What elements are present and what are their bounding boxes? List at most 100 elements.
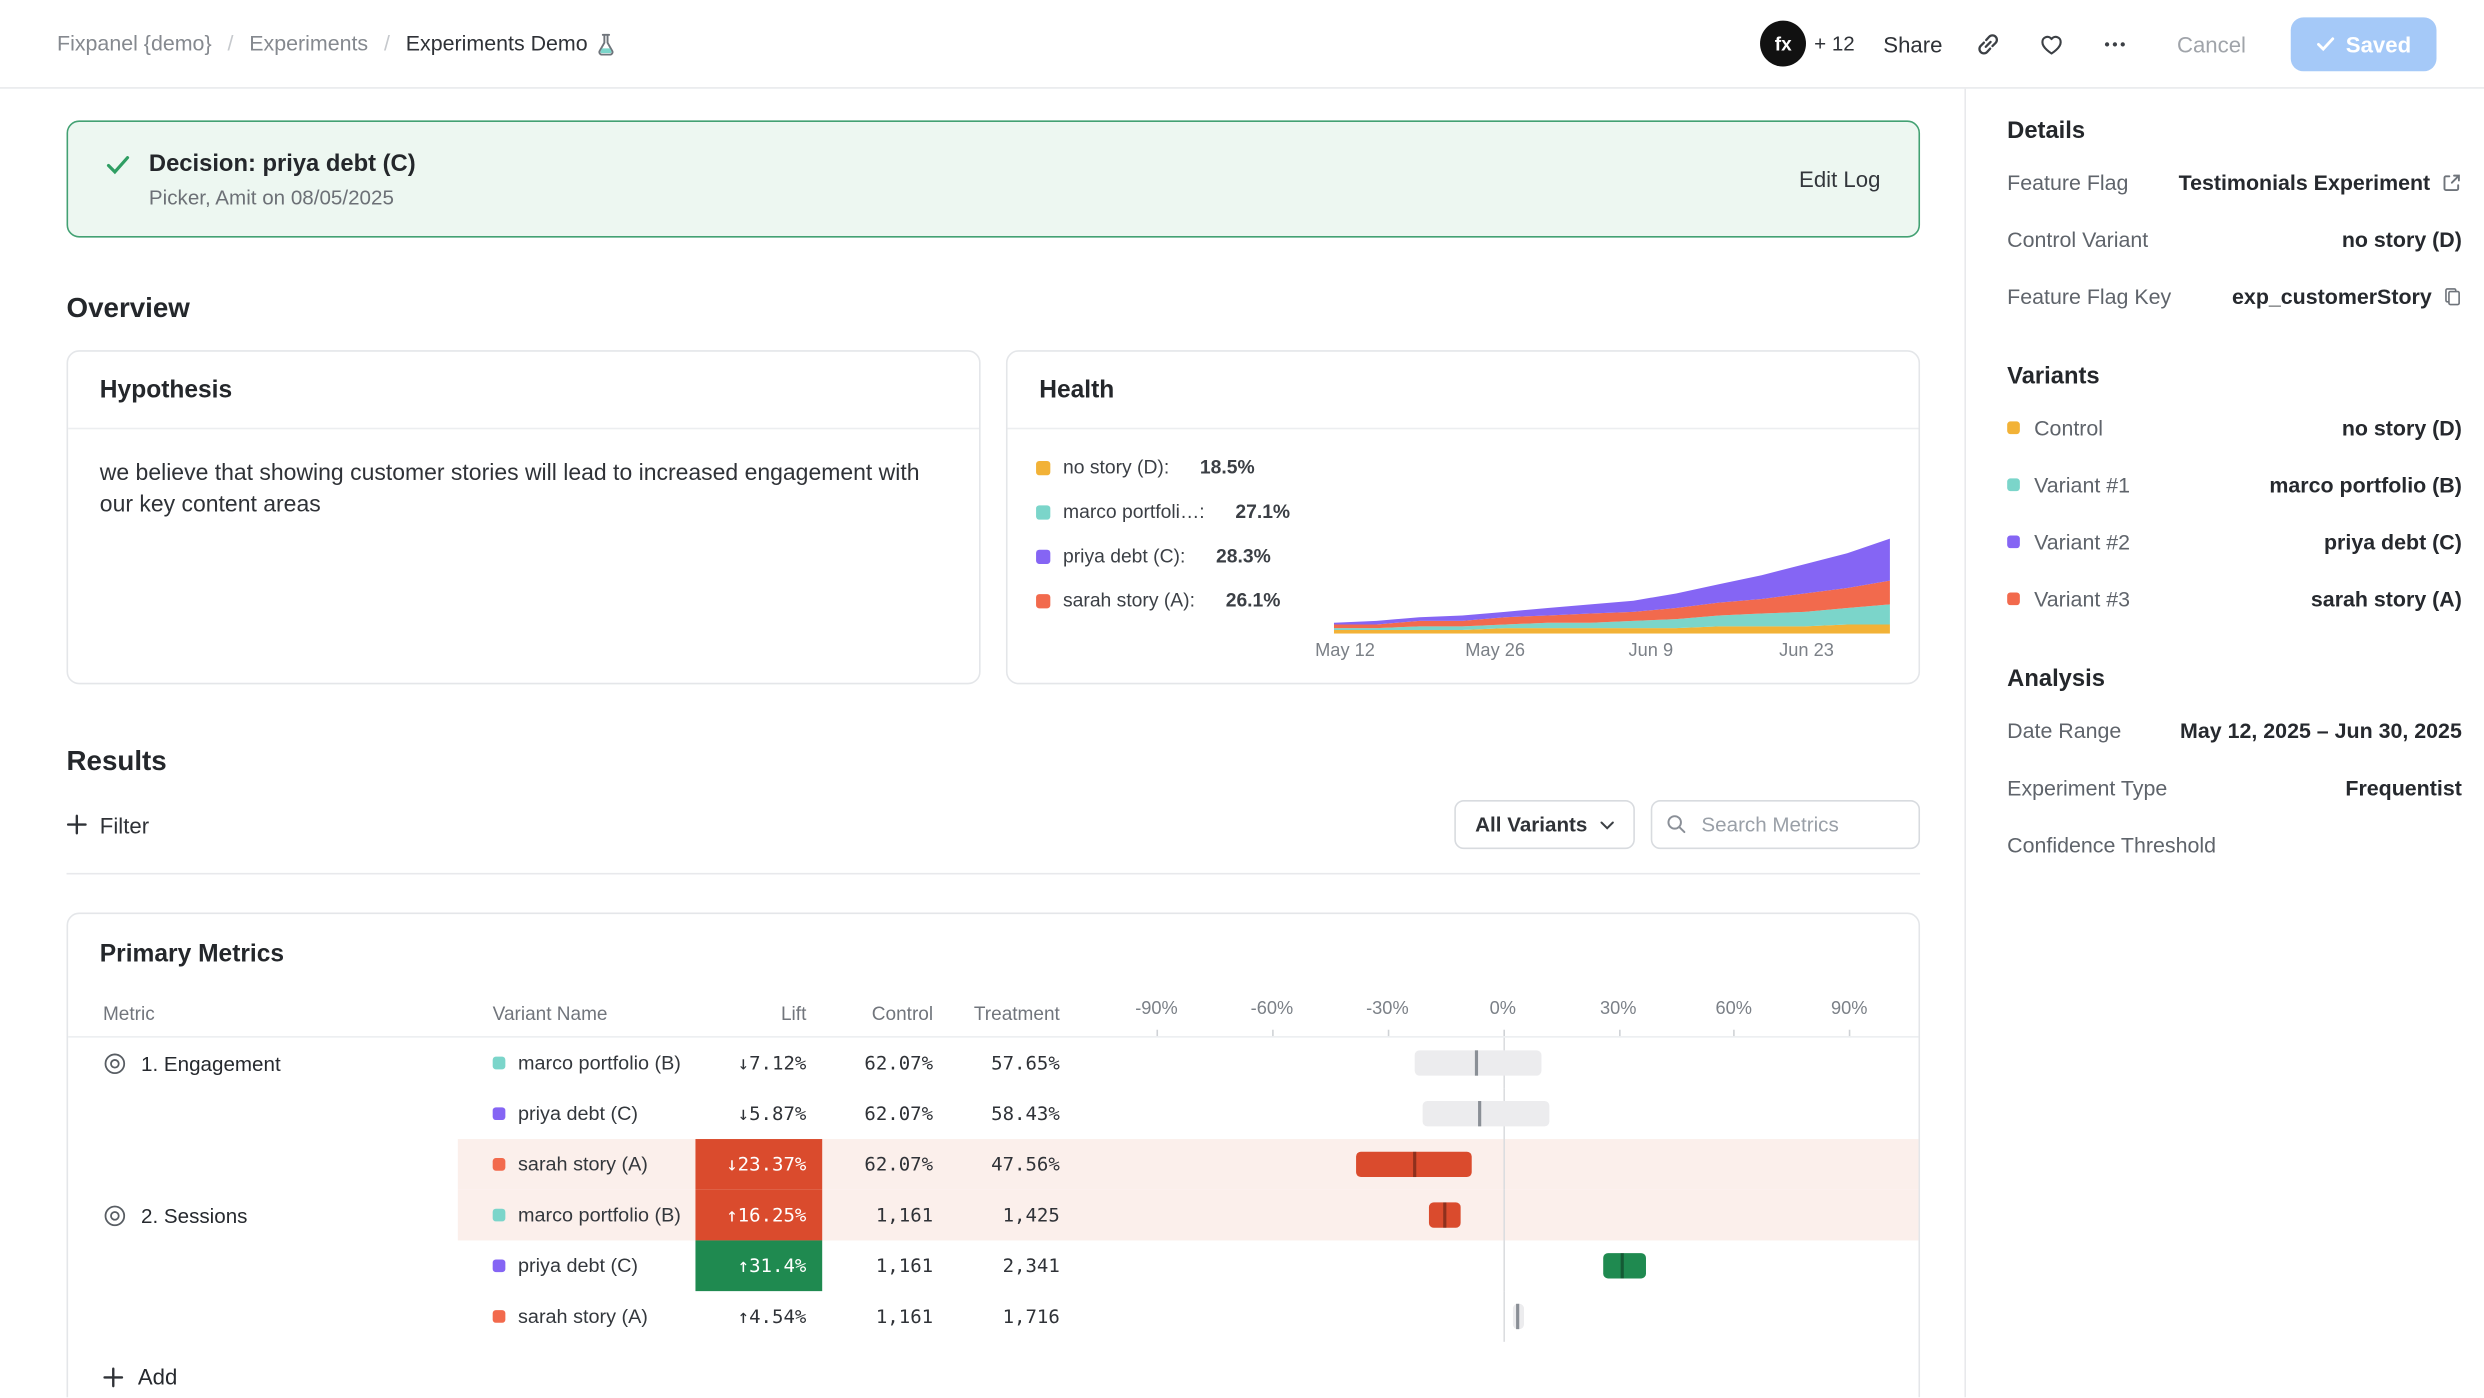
variant-name: marco portfolio (B)	[518, 1204, 681, 1226]
control-value: 1,161	[822, 1190, 949, 1241]
variants-section: Variants Control no story (D) Variant #1…	[2007, 363, 2462, 628]
external-link-icon[interactable]	[2441, 172, 2462, 193]
variant-color-dot	[493, 1158, 506, 1171]
copy-icon[interactable]	[2443, 286, 2462, 307]
collaborator-avatars[interactable]: fx + 12	[1760, 21, 1855, 67]
variant-color-dot	[2007, 535, 2020, 548]
table-row: priya debt (C) ↑31.4% 1,161 2,341	[68, 1240, 1918, 1291]
health-chart-svg	[1334, 529, 1890, 634]
lift-value: ↓5.87%	[695, 1088, 822, 1139]
breadcrumb-separator: /	[384, 32, 390, 56]
avatar-overflow-count: + 12	[1814, 32, 1855, 56]
health-title: Health	[1008, 352, 1919, 430]
variants-filter-dropdown[interactable]: All Variants	[1455, 800, 1635, 849]
add-filter-button[interactable]: Filter	[67, 812, 150, 837]
treatment-value: 47.56%	[949, 1139, 1076, 1190]
check-icon	[106, 154, 130, 208]
treatment-value: 1,716	[949, 1291, 1076, 1342]
add-metric-button[interactable]: Add	[68, 1342, 1918, 1397]
metrics-table-body: 1. Engagement marco portfolio (B) ↓7.12%…	[68, 1038, 1918, 1342]
analysis-row: Experiment Type Frequentist	[2007, 759, 2462, 816]
legend-swatch	[1036, 460, 1050, 474]
avatar[interactable]: fx	[1760, 21, 1806, 67]
confidence-interval	[1076, 1291, 1919, 1342]
table-row: priya debt (C) ↓5.87% 62.07% 58.43%	[68, 1088, 1918, 1139]
metric-name[interactable]: 1. Engagement	[141, 1051, 281, 1075]
treatment-value: 2,341	[949, 1240, 1076, 1291]
right-sidebar: Details Feature Flag Testimonials Experi…	[1964, 89, 2484, 1398]
axis-scale: -90%-60%-30%0%30%60%90%	[1076, 990, 1919, 1036]
edit-log-button[interactable]: Edit Log	[1799, 166, 1880, 191]
hypothesis-title: Hypothesis	[68, 352, 979, 430]
saved-button[interactable]: Saved	[2290, 17, 2436, 71]
lift-value: ↑16.25%	[695, 1190, 822, 1241]
divider	[67, 873, 1921, 875]
table-row: 1. Engagement marco portfolio (B) ↓7.12%…	[68, 1038, 1918, 1089]
metric-name[interactable]: 2. Sessions	[141, 1203, 247, 1227]
detail-row: Feature Flag Key exp_customerStory	[2007, 268, 2462, 325]
table-row: 2. Sessions marco portfolio (B) ↑16.25% …	[68, 1190, 1918, 1241]
control-value: 62.07%	[822, 1088, 949, 1139]
target-icon	[103, 1051, 127, 1075]
main-content: Decision: priya debt (C) Picker, Amit on…	[0, 89, 1964, 1398]
share-button[interactable]: Share	[1883, 31, 1942, 56]
variant-color-dot	[2007, 592, 2020, 605]
plus-icon	[67, 814, 88, 835]
variant-name: sarah story (A)	[518, 1153, 648, 1175]
variant-name: sarah story (A)	[518, 1305, 648, 1327]
variant-color-dot	[2007, 478, 2020, 491]
topbar-actions: fx + 12 Share Cancel Saved	[1760, 17, 2436, 71]
details-heading: Details	[2007, 117, 2462, 144]
analysis-heading: Analysis	[2007, 665, 2462, 692]
breadcrumb-project[interactable]: Fixpanel {demo}	[57, 32, 212, 56]
variant-color-dot	[493, 1259, 506, 1272]
legend-swatch	[1036, 505, 1050, 519]
lift-value: ↑4.54%	[695, 1291, 822, 1342]
check-icon	[2316, 36, 2335, 52]
primary-metrics-title: Primary Metrics	[68, 914, 1918, 990]
chevron-down-icon	[1600, 820, 1614, 830]
treatment-value: 1,425	[949, 1190, 1076, 1241]
decision-subtitle: Picker, Amit on 08/05/2025	[149, 185, 416, 209]
control-value: 62.07%	[822, 1038, 949, 1089]
copy-link-icon[interactable]	[1971, 26, 2006, 61]
health-chart-x-axis: May 12 May 26 Jun 9 Jun 23	[1334, 642, 1890, 667]
legend-item: sarah story (A): 26.1%	[1036, 589, 1318, 611]
favorite-heart-icon[interactable]	[2034, 26, 2069, 61]
detail-row: Feature Flag Testimonials Experiment	[2007, 154, 2462, 211]
variant-row: Variant #1 marco portfolio (B)	[2007, 456, 2462, 513]
variant-color-dot	[2007, 421, 2020, 434]
breadcrumb-separator: /	[227, 32, 233, 56]
treatment-value: 57.65%	[949, 1038, 1076, 1089]
legend-item: priya debt (C): 28.3%	[1036, 545, 1318, 567]
health-legend: no story (D): 18.5% marco portfoli…: 27.…	[1036, 448, 1318, 670]
search-metrics-input[interactable]	[1651, 800, 1920, 849]
legend-swatch	[1036, 593, 1050, 607]
table-row: sarah story (A) ↓23.37% 62.07% 47.56%	[68, 1139, 1918, 1190]
decision-title: Decision: priya debt (C)	[149, 150, 416, 177]
health-card: Health no story (D): 18.5% marco portfol…	[1006, 350, 1920, 684]
metrics-table-header: Metric Variant Name Lift Control Treatme…	[68, 990, 1918, 1038]
lift-value: ↑31.4%	[695, 1240, 822, 1291]
table-row: sarah story (A) ↑4.54% 1,161 1,716	[68, 1291, 1918, 1342]
top-bar: Fixpanel {demo} / Experiments / Experime…	[0, 0, 2484, 89]
feature-flag-link[interactable]: Testimonials Experiment	[2179, 170, 2462, 194]
confidence-interval	[1076, 1038, 1919, 1089]
variant-row: Control no story (D)	[2007, 399, 2462, 456]
legend-item: no story (D): 18.5%	[1036, 456, 1318, 478]
overview-heading: Overview	[67, 291, 1921, 324]
control-value: 1,161	[822, 1291, 949, 1342]
results-heading: Results	[67, 745, 1921, 778]
confidence-interval	[1076, 1088, 1919, 1139]
breadcrumb-experiments[interactable]: Experiments	[249, 32, 368, 56]
decision-banner: Decision: priya debt (C) Picker, Amit on…	[67, 120, 1921, 237]
cancel-button[interactable]: Cancel	[2161, 20, 2262, 68]
variant-row: Variant #2 priya debt (C)	[2007, 513, 2462, 570]
control-value: 1,161	[822, 1240, 949, 1291]
more-options-icon[interactable]	[2098, 26, 2133, 61]
variant-color-dot	[493, 1107, 506, 1120]
variant-color-dot	[493, 1310, 506, 1323]
variant-row: Variant #3 sarah story (A)	[2007, 570, 2462, 627]
breadcrumb: Fixpanel {demo} / Experiments / Experime…	[57, 32, 616, 56]
legend-item: marco portfoli…: 27.1%	[1036, 501, 1318, 523]
